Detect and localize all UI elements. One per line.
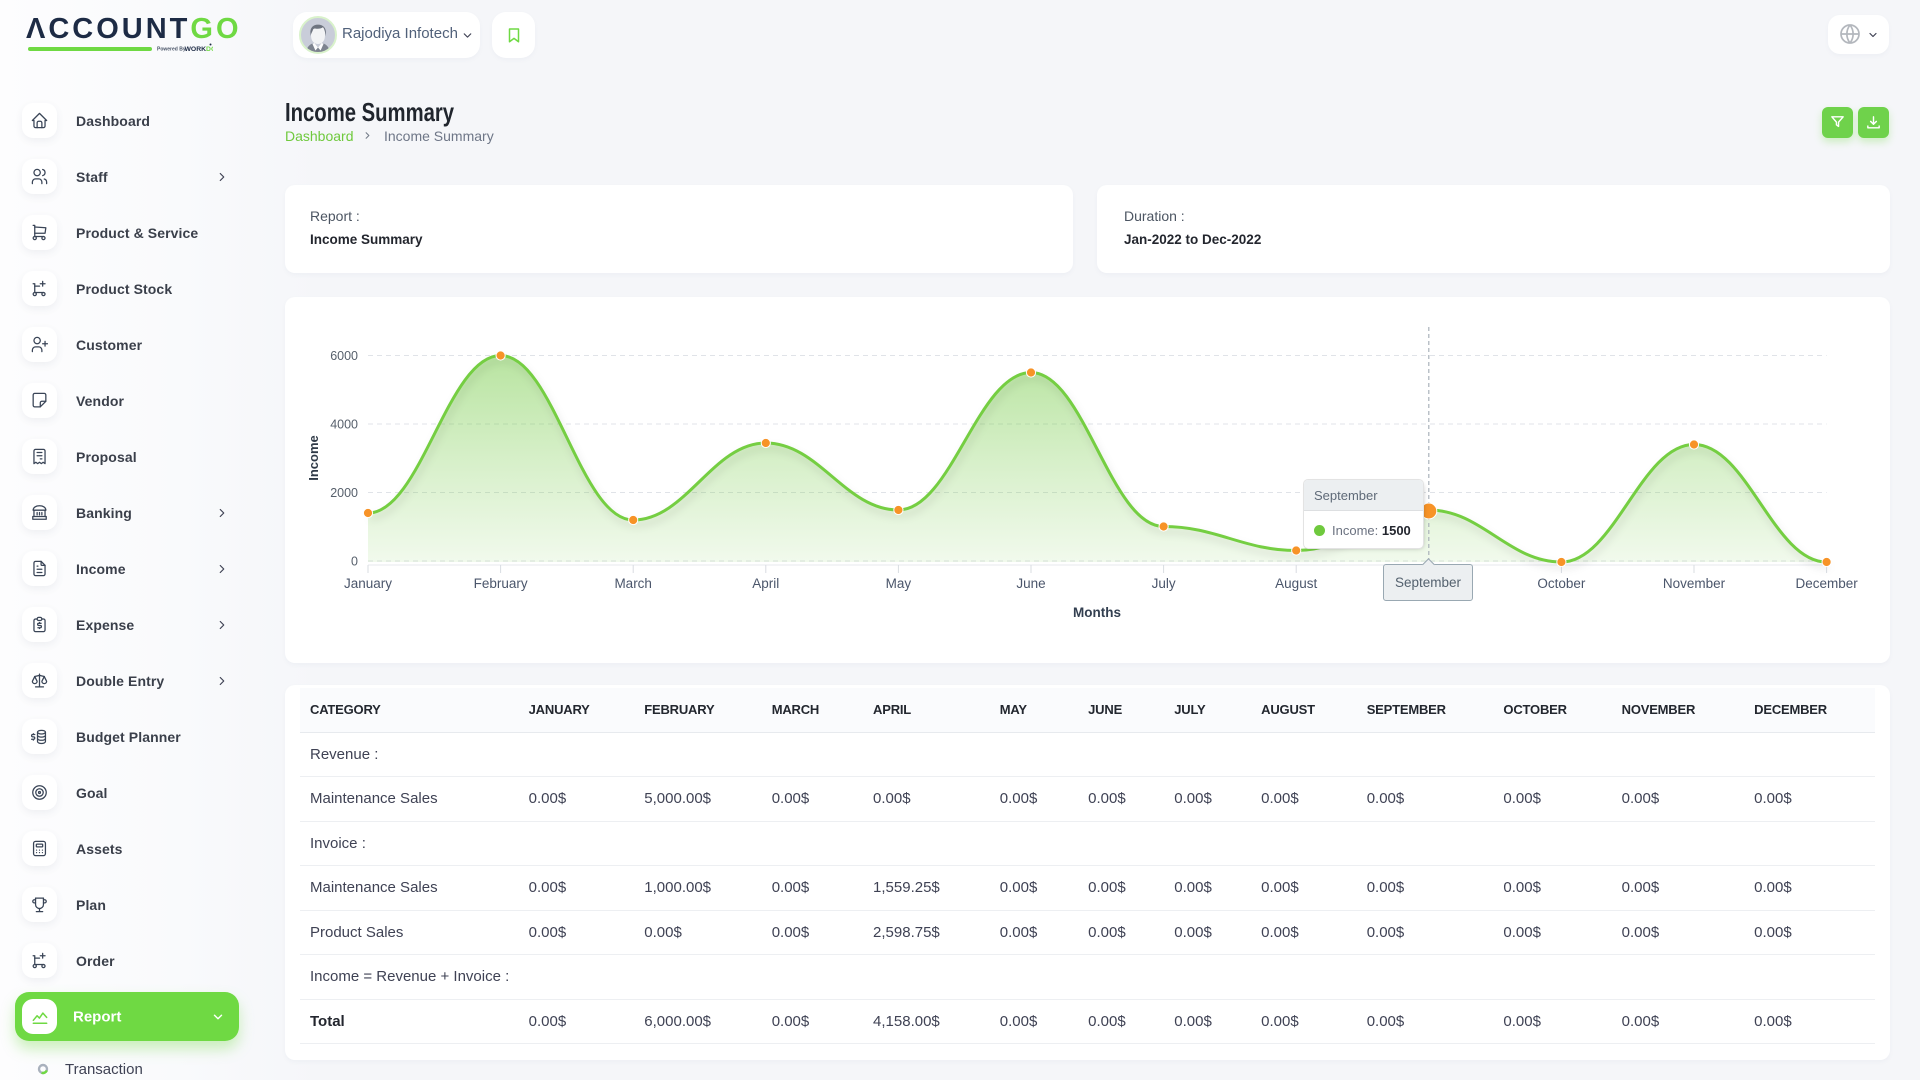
- svg-text:May: May: [886, 576, 912, 591]
- svg-text:December: December: [1795, 576, 1858, 591]
- svg-text:2000: 2000: [330, 486, 358, 500]
- svg-text:January: January: [344, 576, 392, 591]
- svg-text:4000: 4000: [330, 418, 358, 432]
- svg-text:Powered By: Powered By: [157, 47, 186, 53]
- svg-text:July: July: [1152, 576, 1176, 591]
- svg-text:June: June: [1016, 576, 1045, 591]
- svg-text:August: August: [1275, 576, 1317, 591]
- svg-text:March: March: [614, 576, 652, 591]
- svg-text:February: February: [474, 576, 528, 591]
- svg-text:November: November: [1663, 576, 1726, 591]
- svg-text:0: 0: [351, 555, 358, 569]
- svg-text:Months: Months: [1073, 605, 1121, 620]
- svg-text:Income: Income: [306, 435, 321, 481]
- svg-text:6000: 6000: [330, 349, 358, 363]
- svg-text:April: April: [752, 576, 779, 591]
- svg-text:October: October: [1537, 576, 1586, 591]
- svg-text:WORKDO: WORKDO: [185, 46, 214, 53]
